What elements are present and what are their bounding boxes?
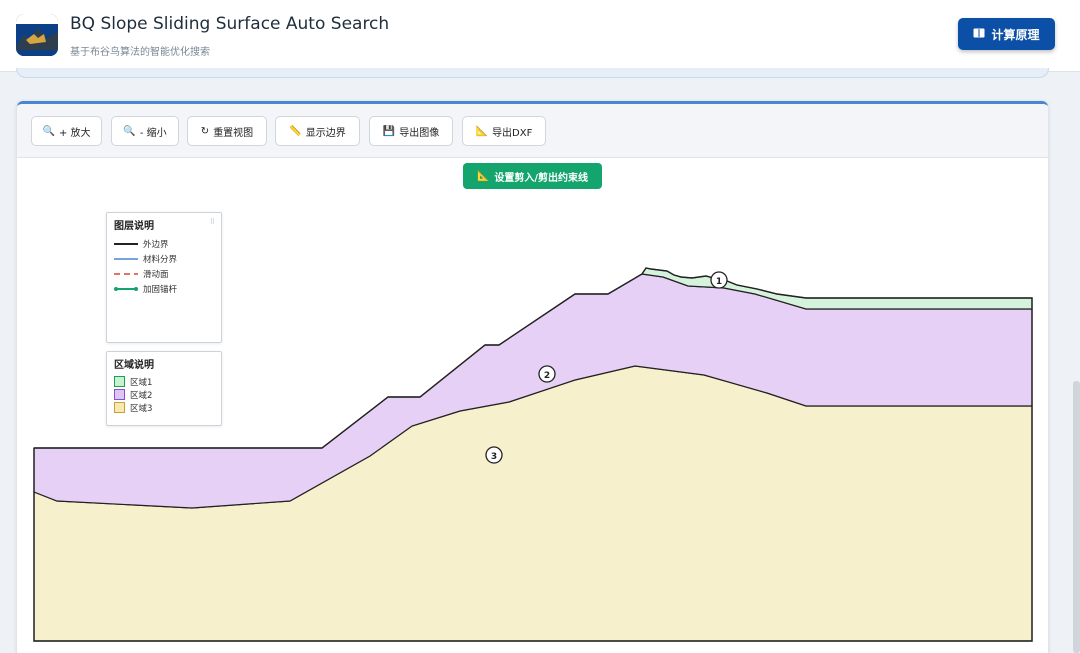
calc-principle-button[interactable]: 计算原理 [958,18,1055,50]
legend-item-region-3: 区域3 [114,401,221,414]
legend-item-slip-surface: 滑动面 [114,266,221,281]
app-header: BQ Slope Sliding Surface Auto Search 基于布… [0,0,1080,72]
svg-text:2: 2 [544,371,550,381]
solid-line-icon [114,242,138,245]
app-title: BQ Slope Sliding Surface Auto Search [70,14,390,34]
anchor-line-icon [114,286,138,291]
legend-label: 区域2 [130,390,153,401]
region-legend[interactable]: 区域说明 区域1 区域2 区域3 [106,351,222,426]
region-label-1: 1 [710,271,728,289]
legend-label: 滑动面 [143,269,169,280]
legend-item-anchor: 加固锚杆 [114,281,221,296]
svg-text:3: 3 [491,452,497,462]
legend-label: 区域1 [130,377,153,388]
region-legend-title: 区域说明 [114,360,154,371]
region-2-swatch [114,389,125,400]
legend-item-region-2: 区域2 [114,388,221,401]
region-label-3: 3 [485,446,503,464]
legend-label: 材料分界 [143,254,178,265]
legend-label: 外边界 [143,239,169,250]
calc-principle-label: 计算原理 [991,27,1040,42]
canvas-panel: 🔍 + 放大 🔍 - 缩小 ↻ 重置视图 📏 显示边界 💾 导出图像 📐 导出D… [17,101,1048,653]
drag-handle-icon[interactable]: ⠿ [210,218,215,226]
blue-line-icon [114,257,138,260]
legend-item-outer-boundary: 外边界 [114,236,221,251]
layer-legend-title: 图层说明 [114,221,154,232]
region-3-swatch [114,402,125,413]
region-1-swatch [114,376,125,387]
legend-label: 加固锚杆 [143,284,178,295]
book-icon [973,27,985,41]
app-subtitle: 基于布谷鸟算法的智能优化搜索 [70,47,210,58]
dashed-line-icon [114,272,138,275]
page-scrollbar[interactable] [1073,381,1080,653]
legend-item-region-1: 区域1 [114,375,221,388]
collapsed-panel-strip [16,68,1049,78]
layer-legend[interactable]: ⠿ 图层说明 外边界 材料分界 滑动面 加固锚杆 [106,212,222,343]
legend-item-material-boundary: 材料分界 [114,251,221,266]
svg-text:1: 1 [716,277,722,287]
legend-label: 区域3 [130,403,153,414]
app-logo-icon [16,14,58,56]
region-label-2: 2 [538,365,556,383]
